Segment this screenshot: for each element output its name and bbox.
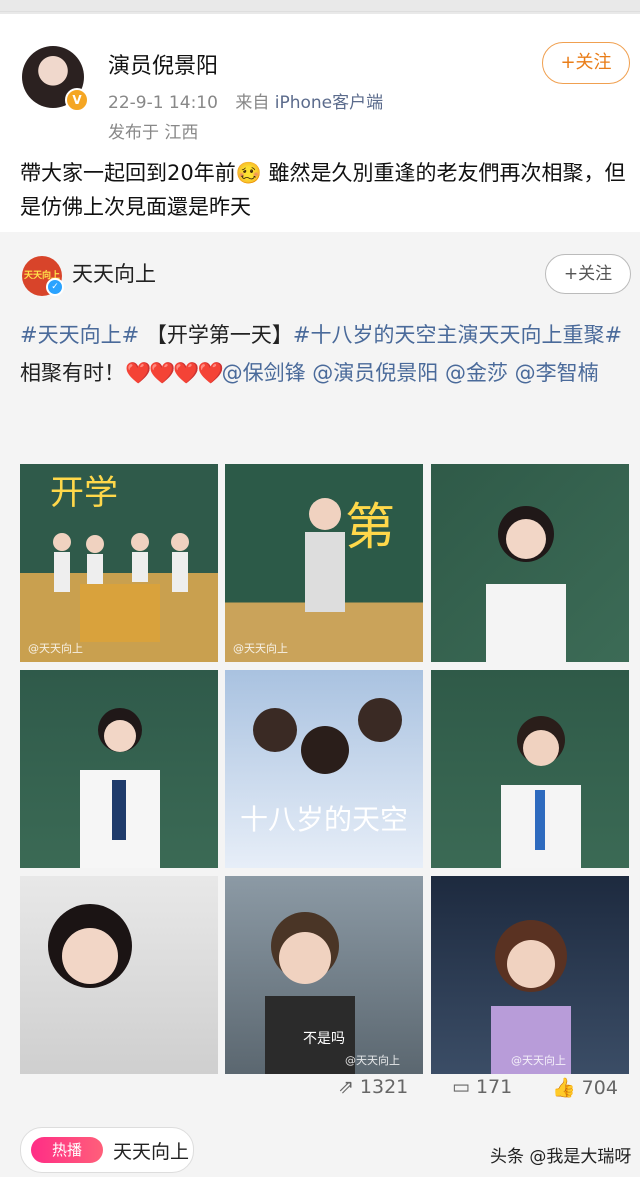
repost-action[interactable]: ⇗ 1321 [338, 1076, 408, 1098]
grid-image-3[interactable] [431, 464, 629, 662]
reposted-card[interactable]: 天天向上 ✓ 天天向上 +关注 #天天向上# 【开学第一天】#十八岁的天空主演天… [0, 232, 640, 1128]
actress-drama-still [48, 904, 132, 988]
repost-follow-button[interactable]: +关注 [545, 254, 631, 294]
post-location: 发布于 江西 [108, 123, 199, 143]
poster-title: 十八岁的天空 [239, 803, 408, 836]
svg-text:开学: 开学 [50, 473, 118, 513]
svg-text:第: 第 [345, 498, 395, 556]
source-prefix: 来自 [235, 93, 270, 113]
grid-image-5[interactable]: 十八岁的天空 [225, 670, 423, 868]
hot-badge: 热播 [31, 1137, 103, 1163]
verified-badge-icon: V [65, 88, 89, 112]
image-watermark: @天天向上 [233, 642, 288, 655]
action-bar: ⇗ 1321 ▭ 171 👍 704 [0, 1076, 640, 1112]
thumbs-up-icon: 👍 [552, 1077, 576, 1099]
post-time: 22-9-1 14:10 [108, 93, 218, 113]
hot-show-name: 天天向上 [113, 1141, 190, 1163]
repost-text: #天天向上# 【开学第一天】#十八岁的天空主演天天向上重聚# 相聚有时！❤️❤️… [20, 316, 632, 392]
post-source[interactable]: iPhone客户端 [275, 93, 383, 113]
post-text: 帶大家一起回到20年前🥴 雖然是久別重逢的老友們再次相聚，但是仿佛上次見面還是昨… [20, 161, 626, 219]
blue-verified-icon: ✓ [46, 278, 64, 296]
image-grid: 开学 @天天向上 第 @天天向上 十八岁的天空 不是吗 @天天向上 @天天向上 [20, 464, 629, 1074]
repost-count: 1321 [359, 1076, 409, 1098]
actress-night-still [491, 920, 571, 1074]
follow-button[interactable]: +关注 [542, 42, 630, 84]
weibo-post: V 演员倪景阳 22-9-1 14:10 来自 iPhone客户端 发布于 江西… [0, 14, 640, 1128]
mention-links[interactable]: @保剑锋 @演员倪景阳 @金莎 @李智楠 [222, 361, 599, 385]
comment-count: 171 [475, 1076, 513, 1098]
actor-portrait-1 [501, 716, 581, 868]
grid-image-1[interactable]: 开学 @天天向上 [20, 464, 218, 662]
grid-image-2[interactable]: 第 @天天向上 [225, 464, 423, 662]
hot-show-pill[interactable]: 热播 天天向上 [20, 1127, 194, 1173]
post-meta: 22-9-1 14:10 来自 iPhone客户端 [108, 88, 383, 113]
drama-poster [253, 698, 402, 774]
grid-image-9[interactable]: @天天向上 [431, 876, 629, 1074]
text-prefix: 相聚有时！ [20, 361, 125, 385]
image-watermark: @天天向上 [345, 1054, 400, 1067]
host-scene: 第 [305, 498, 395, 612]
grid-image-4[interactable] [20, 670, 218, 868]
hashtag-link[interactable]: #天天向上# [20, 323, 139, 347]
source-credit: 头条 @我是大瑞呀 [490, 1147, 632, 1167]
hearts-emoji: ❤️❤️❤️❤️ [125, 361, 224, 385]
subtitle-text: 不是吗 [303, 1031, 345, 1047]
author-name[interactable]: 演员倪景阳 [108, 48, 218, 80]
repost-author[interactable]: 天天向上 [72, 258, 156, 288]
actress-portrait-1 [486, 506, 566, 662]
like-count: 704 [581, 1076, 618, 1099]
like-action[interactable]: 👍 704 [552, 1076, 618, 1100]
share-icon: ⇗ [338, 1076, 354, 1098]
comment-icon: ▭ [452, 1076, 470, 1098]
image-watermark: @天天向上 [28, 642, 83, 655]
comment-action[interactable]: ▭ 171 [452, 1076, 512, 1098]
grid-image-7[interactable] [20, 876, 218, 1074]
hashtag-link[interactable]: #十八岁的天空主演天天向上重聚# [293, 323, 622, 347]
bottom-bar: 热播 天天向上 头条 @我是大瑞呀 [0, 1114, 640, 1177]
top-strip [0, 0, 640, 14]
stage-scene-1: 开学 [50, 473, 189, 642]
actress-sailor-uniform [80, 708, 160, 868]
grid-image-8[interactable]: 不是吗 @天天向上 [225, 876, 423, 1074]
image-watermark: @天天向上 [511, 1054, 566, 1067]
topic-bracket: 【开学第一天】 [139, 323, 293, 347]
grid-image-6[interactable] [431, 670, 629, 868]
